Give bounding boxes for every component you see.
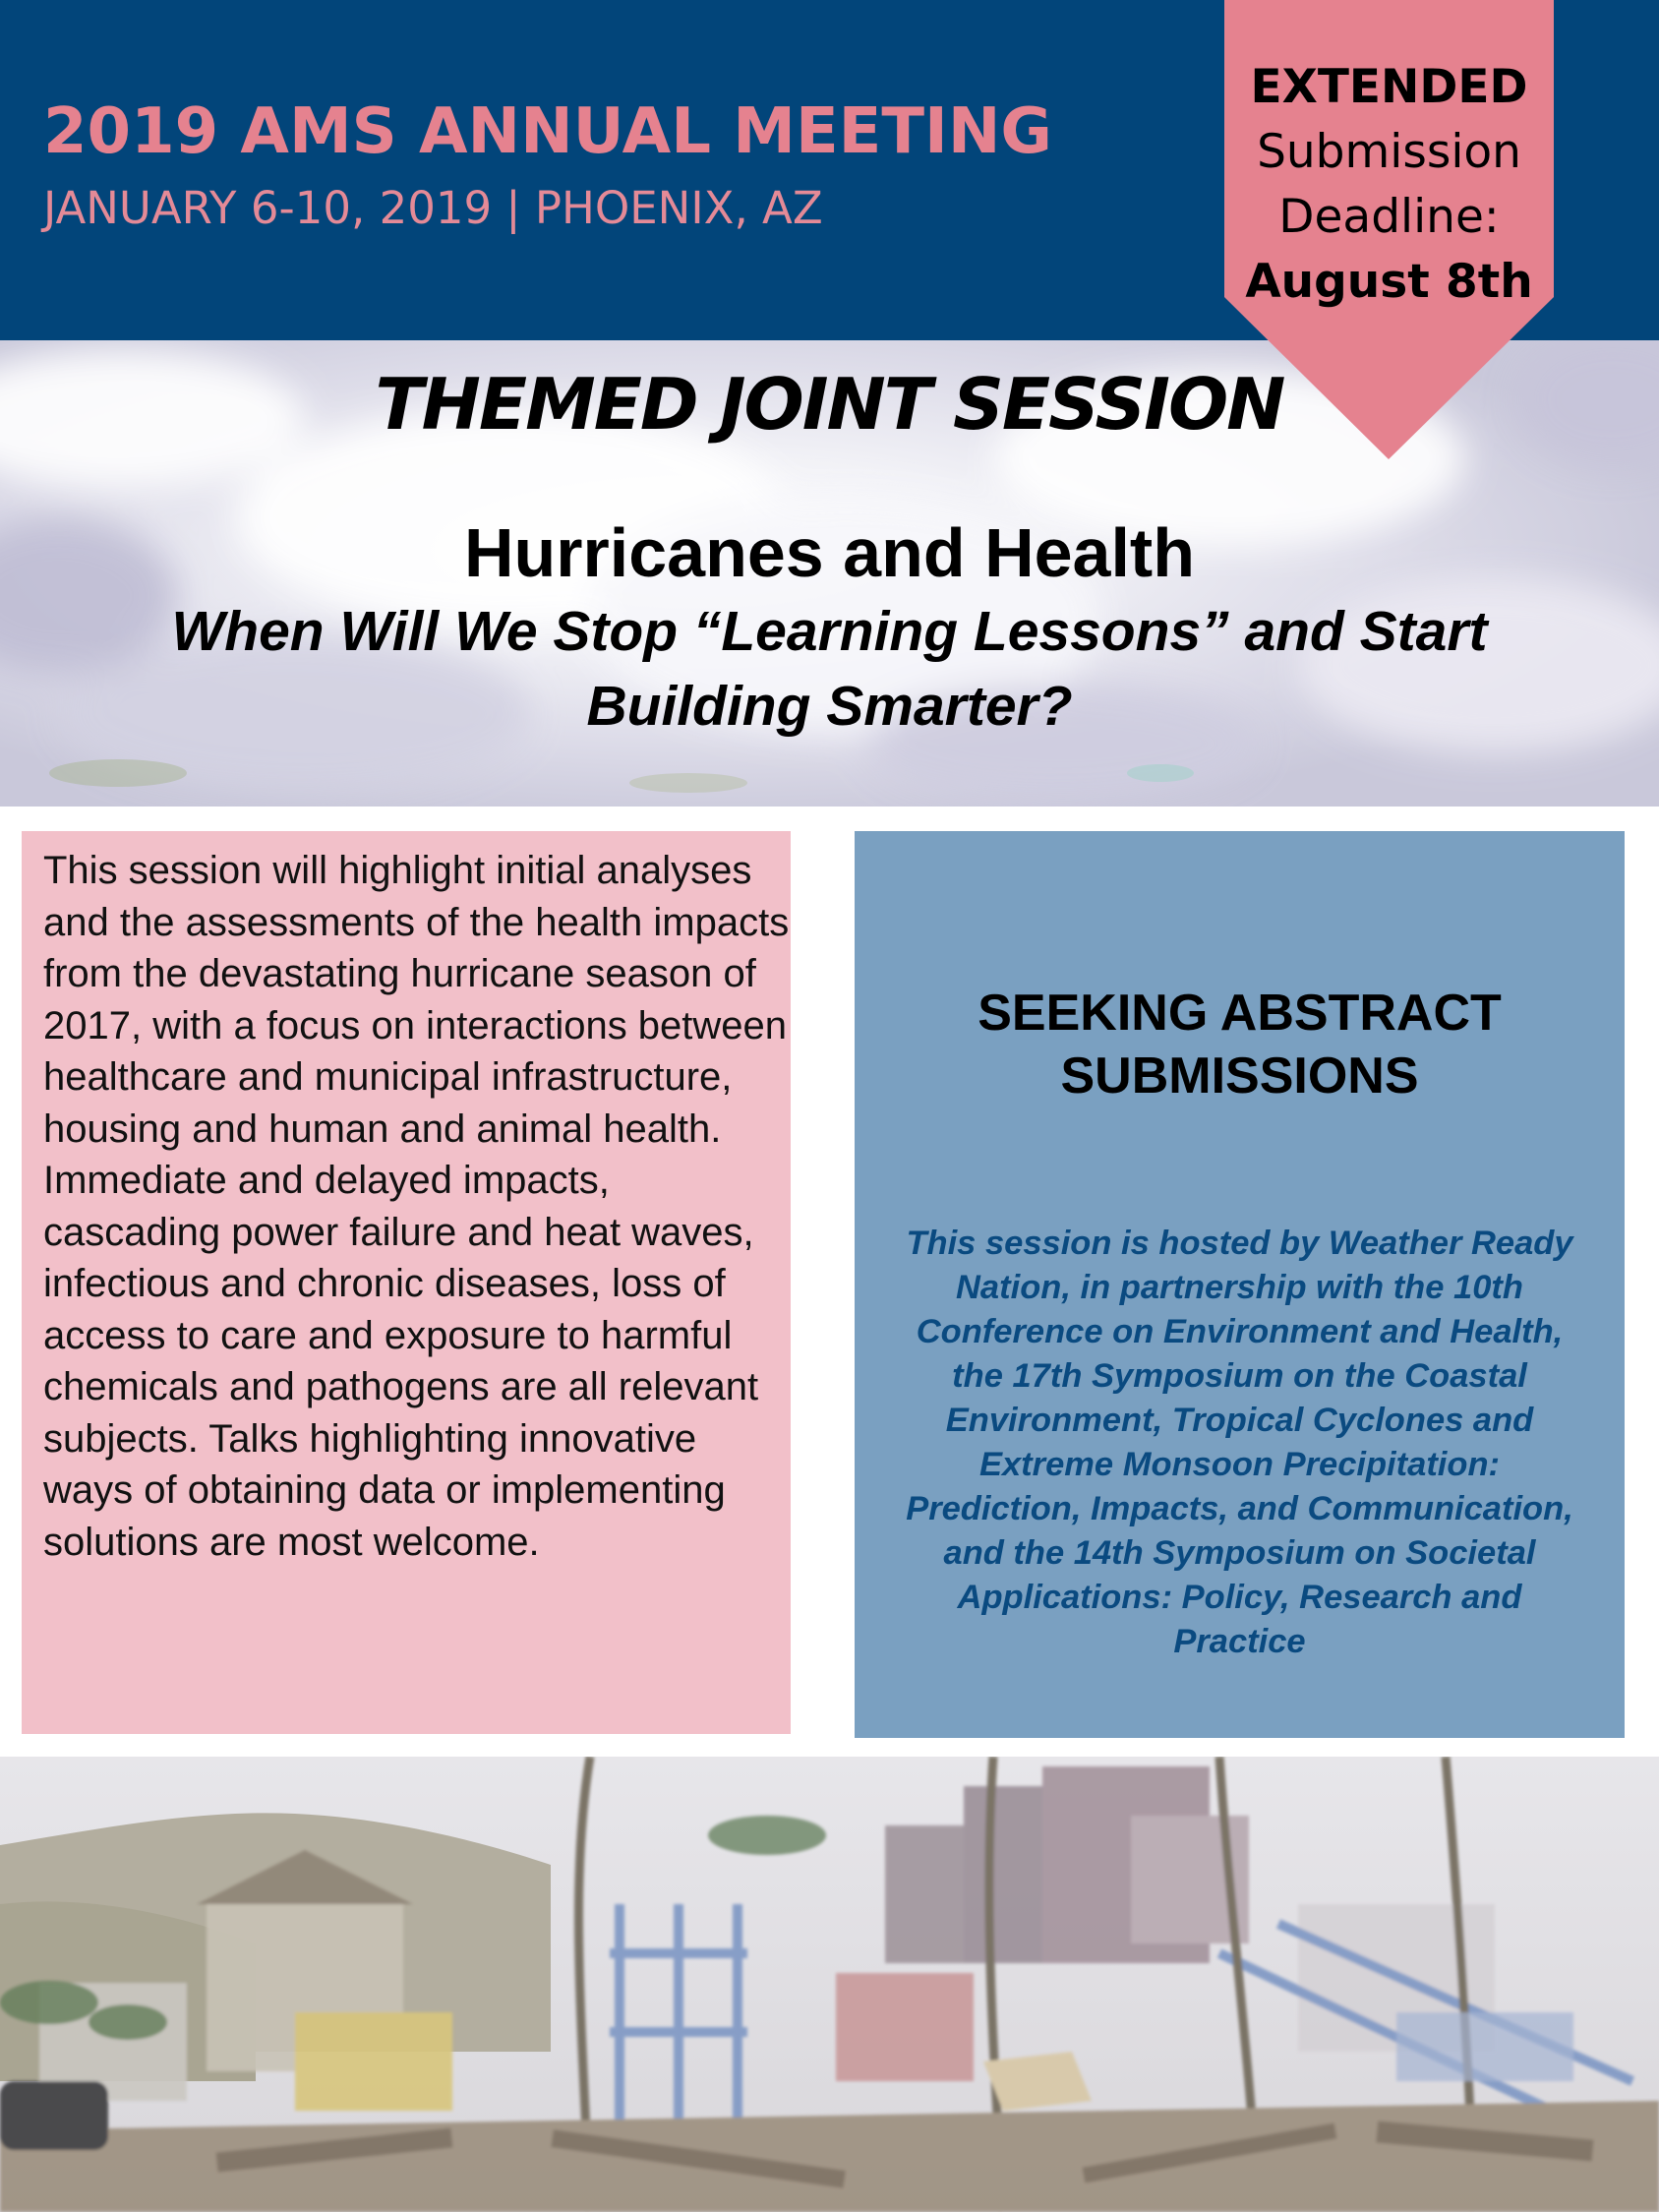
meeting-dates: JANUARY 6-10, 2019 | PHOENIX, AZ	[43, 182, 823, 234]
meeting-title: 2019 AMS ANNUAL MEETING	[43, 95, 1052, 168]
deadline-extended: EXTENDED	[1250, 60, 1528, 114]
deadline-date: August 8th	[1245, 255, 1533, 309]
abstract-heading: SEEKING ABSTRACT SUBMISSIONS	[978, 985, 1502, 1105]
session-type-label: THEMED JOINT SESSION	[375, 363, 1286, 446]
deadline-text: EXTENDED Submission Deadline: August 8th	[1224, 55, 1554, 315]
session-title: Hurricanes and Health	[464, 514, 1195, 591]
session-description: This session will highlight initial anal…	[43, 849, 790, 1564]
hurricane-damage-photo	[0, 1757, 1659, 2212]
session-subtitle: When Will We Stop “Learning Lessons” and…	[171, 600, 1488, 738]
deadline-submission: Submission	[1257, 125, 1521, 179]
session-hosts: This session is hosted by Weather Ready …	[906, 1225, 1573, 1660]
deadline-label: Deadline:	[1278, 190, 1500, 244]
